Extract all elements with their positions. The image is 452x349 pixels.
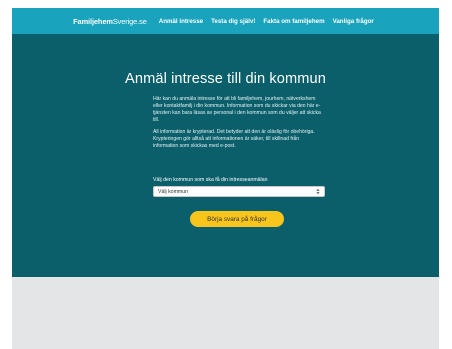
top-navbar: FamiljehemSverige.se Anmäl intresse Test… [12,8,439,34]
intro-text: Här kan du anmäla intresse för att bli f… [153,96,325,155]
nav-link-fakta-om-familjehem[interactable]: Fakta om familjehem [263,18,324,25]
brand-name-bold: Familjehem [73,16,113,26]
kommun-select-label: Välj den kommun som ska få din intressea… [153,177,268,183]
browser-viewport: FamiljehemSverige.se Anmäl intresse Test… [12,8,439,349]
page: FamiljehemSverige.se Anmäl intresse Test… [0,0,452,349]
site-logo-link[interactable]: FamiljehemSverige.se [73,17,147,26]
hero-section: Anmäl intresse till din kommun Här kan d… [12,34,439,277]
intro-paragraph-1: Här kan du anmäla intresse för att bli f… [153,96,321,123]
start-questions-button[interactable]: Börja svara på frågor [190,211,284,227]
nav-link-vanliga-fragor[interactable]: Vanliga frågor [333,18,374,25]
select-caret-icon [316,188,320,195]
kommun-select[interactable]: Välj kommun [153,186,325,197]
kommun-form: Välj den kommun som ska få din intressea… [153,177,328,197]
brand-name-light: Sverige.se [112,16,147,26]
nav-link-testa-dig-sjalv[interactable]: Testa dig själv! [211,18,255,25]
intro-paragraph-2: All information är krypterad. Det betyde… [153,129,315,149]
kommun-select-value: Välj kommun [158,188,188,195]
nav-link-anmal-intresse[interactable]: Anmäl intresse [159,18,203,25]
page-title: Anmäl intresse till din kommun [125,71,326,87]
